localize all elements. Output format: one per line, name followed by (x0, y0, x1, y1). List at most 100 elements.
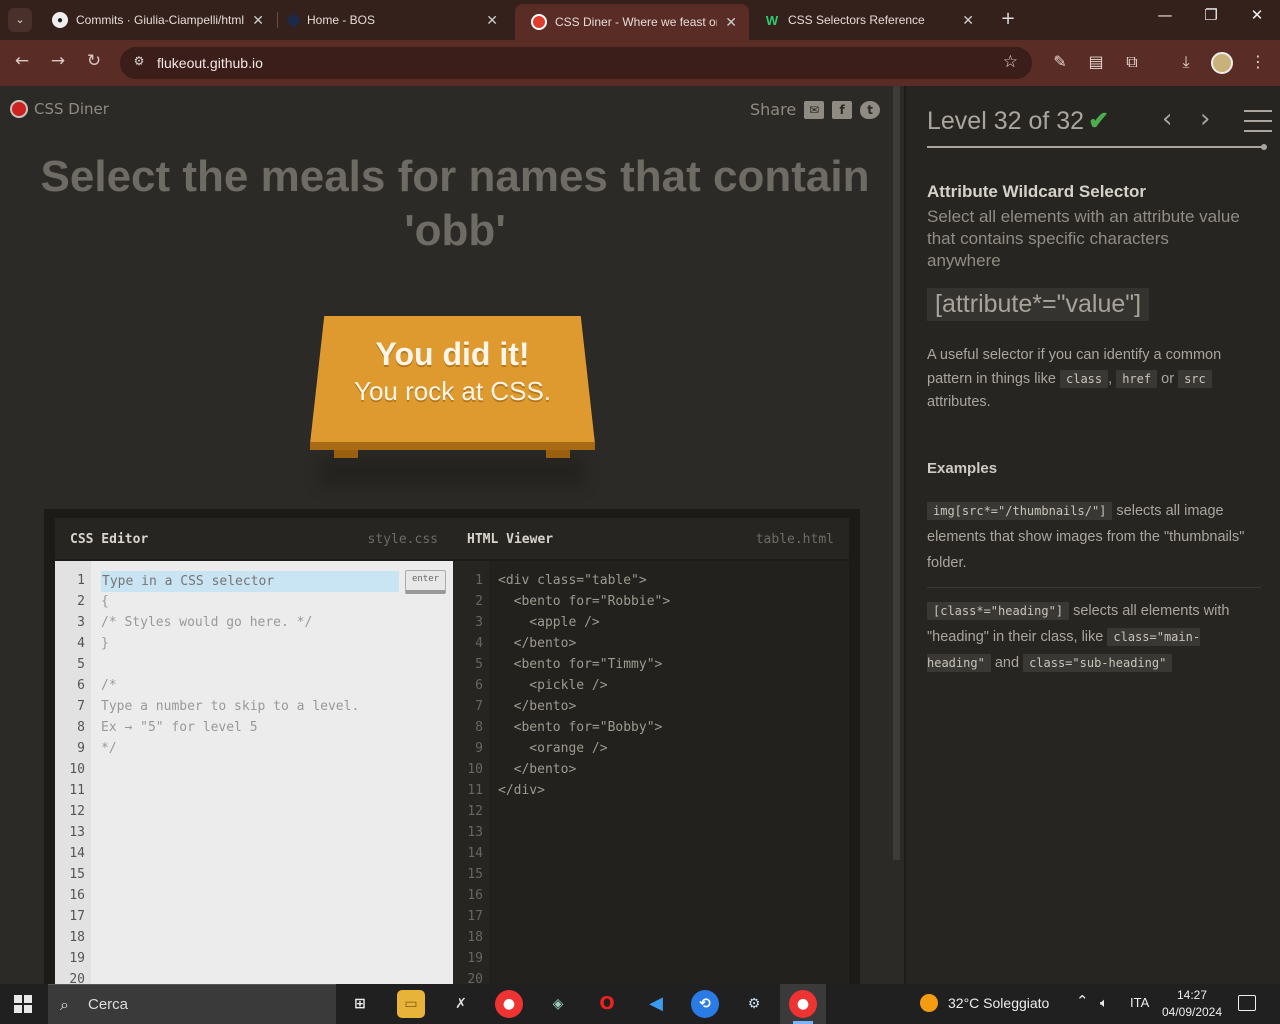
facebook-icon[interactable]: f (832, 100, 853, 119)
file-explorer-icon[interactable]: ▭ (397, 990, 425, 1018)
html-code-line: <bento for="Robbie"> (498, 594, 671, 609)
example-code: class="sub-heading" (1023, 654, 1173, 672)
selector-name: Attribute Wildcard Selector (927, 182, 1146, 201)
line-number: 9 (77, 741, 85, 756)
chrome-icon[interactable]: ● (495, 990, 523, 1018)
windows-start-icon[interactable] (14, 995, 32, 1013)
bos-icon (285, 12, 302, 28)
css-diner-icon (531, 14, 547, 30)
level-sidebar: Level 32 of 32 ✔ ‹ › Attribute Wildcard S… (904, 86, 1280, 984)
tab-title: Commits · Giulia-Ciampelli/html (76, 13, 245, 27)
forward-icon[interactable]: → (46, 51, 70, 71)
close-tab-icon[interactable]: ✕ (962, 12, 974, 29)
game-area: CSS Diner Share ✉ f t Select the meals f… (0, 86, 900, 984)
twitter-icon[interactable]: t (860, 100, 881, 119)
url-text: flukeout.github.io (157, 55, 263, 71)
tray-chevron-icon[interactable]: ⌃ (1076, 992, 1089, 1010)
line-number: 1 (475, 573, 483, 588)
diner-logo-icon (10, 100, 28, 118)
level-indicator: Level 32 of 32 ✔ (927, 106, 1109, 136)
extensions-puzzle-icon[interactable]: ⧉ (1121, 52, 1143, 72)
tab-title: CSS Diner - Where we feast on (555, 15, 718, 29)
previous-level-icon[interactable]: ‹ (1162, 104, 1172, 134)
page-scrollbar[interactable] (893, 86, 900, 860)
line-number: 14 (467, 846, 483, 861)
chrome-profile-icon[interactable]: ● (789, 990, 817, 1018)
line-number: 17 (69, 909, 85, 924)
weather-widget[interactable]: 32°C Soleggiato (920, 994, 1049, 1012)
app-icon[interactable]: ⟲ (691, 990, 719, 1018)
code-href: href (1116, 369, 1158, 388)
site-info-icon[interactable]: ⚙ (130, 54, 148, 72)
taskbar-search[interactable]: ⌕ Cerca (48, 984, 336, 1024)
line-number: 14 (69, 846, 85, 861)
line-number: 10 (467, 762, 483, 777)
next-level-icon[interactable]: › (1200, 104, 1210, 134)
opera-icon[interactable]: O (593, 990, 621, 1018)
close-window-icon[interactable]: ✕ (1234, 6, 1280, 24)
tab-title: Home - BOS (307, 13, 376, 27)
line-number: 18 (467, 930, 483, 945)
search-icon: ⌕ (60, 995, 69, 1014)
level-menu-icon[interactable] (1244, 110, 1272, 132)
tab-w3schools[interactable]: W CSS Selectors Reference ✕ (748, 4, 986, 36)
css-code-line: /* Styles would go here. */ (101, 615, 313, 630)
clock[interactable]: 14:27 04/09/2024 (1158, 987, 1226, 1021)
reader-extension-icon[interactable]: ▤ (1085, 52, 1107, 71)
html-code-line: <div class="table"> (498, 573, 647, 588)
close-tab-icon[interactable]: ✕ (725, 14, 737, 31)
volume-icon[interactable]: 🔈︎ (1100, 995, 1108, 1011)
line-number: 9 (475, 741, 483, 756)
tab-github[interactable]: ● Commits · Giulia-Ciampelli/html ✕ (36, 4, 276, 36)
back-icon[interactable]: ← (10, 51, 34, 71)
profile-avatar[interactable] (1211, 52, 1233, 74)
line-number: 19 (467, 951, 483, 966)
tab-title: CSS Selectors Reference (788, 13, 925, 27)
reload-icon[interactable]: ↻ (82, 51, 106, 71)
css-diner-logo[interactable]: CSS Diner (10, 100, 109, 118)
css-code-line: /* (101, 678, 117, 693)
line-number: 17 (467, 909, 483, 924)
line-number: 12 (69, 804, 85, 819)
selector-hint: A useful selector if you can identify a … (927, 347, 1222, 410)
email-icon[interactable]: ✉ (804, 100, 825, 119)
new-tab-icon[interactable]: + (996, 8, 1020, 29)
css-selector-input[interactable] (101, 571, 399, 592)
address-bar[interactable]: ⚙ flukeout.github.io ☆ (120, 47, 1032, 79)
menu-kebab-icon[interactable]: ⋮ (1247, 52, 1269, 71)
tab-search-chevron-icon[interactable]: ⌄ (8, 8, 32, 32)
line-number: 3 (77, 615, 85, 630)
steam-icon[interactable]: ⚙ (740, 990, 768, 1018)
search-placeholder: Cerca (88, 996, 129, 1013)
vscode-icon[interactable]: ◀ (642, 990, 670, 1018)
win-subtitle: You rock at CSS. (353, 376, 552, 406)
example-2: [class*="heading"] selects all elements … (927, 602, 1230, 672)
line-number: 15 (467, 867, 483, 882)
tab-css-diner[interactable]: CSS Diner - Where we feast on ✕ (515, 4, 749, 40)
minimize-icon[interactable]: — (1142, 6, 1188, 24)
line-number: 3 (475, 615, 483, 630)
line-number: 4 (77, 636, 85, 651)
notification-icon[interactable] (1238, 995, 1256, 1011)
bookmark-star-icon[interactable]: ☆ (1003, 52, 1018, 72)
share-bar: Share ✉ f t (750, 100, 881, 119)
css-line-numbers: 1 2 3 4 5 6 7 8 9 10 11 12 13 14 15 16 17 18 19 20 (55, 561, 91, 984)
line-number: 11 (69, 783, 85, 798)
line-number: 19 (69, 951, 85, 966)
language-indicator[interactable]: ITA (1130, 995, 1149, 1010)
app-icon[interactable]: ◈ (544, 990, 572, 1018)
close-tab-icon[interactable]: ✕ (486, 12, 498, 29)
restore-icon[interactable]: ❐ (1188, 6, 1234, 24)
html-file-name: table.html (755, 532, 834, 547)
html-code-line: <bento for="Timmy"> (498, 657, 663, 672)
line-number: 7 (475, 699, 483, 714)
pen-extension-icon[interactable]: ✎ (1049, 52, 1071, 71)
app-icon[interactable]: ✗ (447, 990, 475, 1018)
download-icon[interactable]: ⤓ (1175, 52, 1197, 72)
task-view-icon[interactable]: ⊞ (346, 990, 374, 1018)
dining-table: You did it! You rock at CSS. (310, 316, 595, 486)
tab-bos[interactable]: Home - BOS ✕ (272, 4, 510, 36)
enter-button[interactable]: enter (405, 570, 446, 594)
close-tab-icon[interactable]: ✕ (252, 12, 264, 29)
line-number: 10 (69, 762, 85, 777)
